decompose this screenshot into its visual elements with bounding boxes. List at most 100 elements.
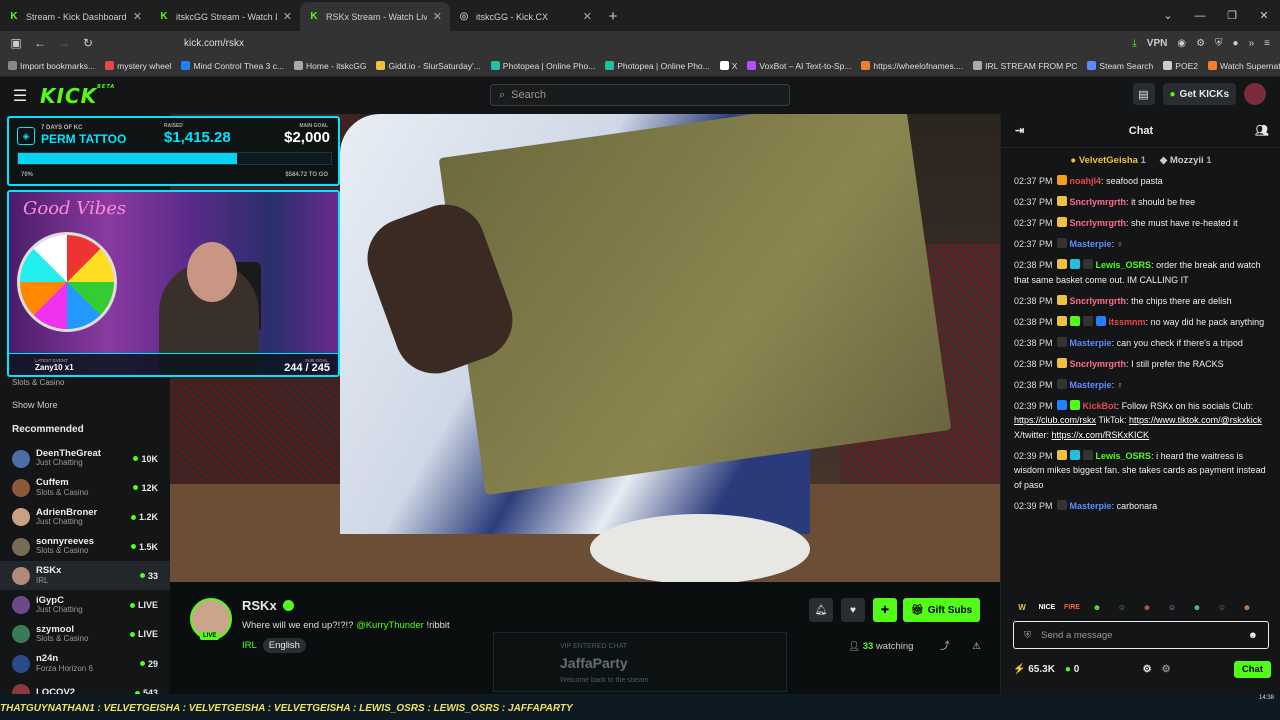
mention-link[interactable]: @KurryThunder [356, 620, 424, 631]
chat-username[interactable]: itssmnm [1109, 317, 1146, 327]
sidebar-channel-item[interactable]: AdrienBroner Just Chatting 1.2K [0, 503, 170, 532]
emote-fire[interactable]: FIRE [1063, 600, 1081, 614]
chat-users-icon[interactable]: 👥︎ [1255, 124, 1269, 137]
sidebar-toggle-icon[interactable]: ▣ [4, 31, 28, 55]
frog2-emote-icon[interactable]: ☻ [1188, 600, 1206, 614]
more-icon[interactable]: » [1249, 38, 1255, 49]
get-kicks-button[interactable]: ● Get KICKs [1162, 83, 1236, 105]
show-more-link[interactable]: Show More [12, 400, 58, 410]
tab-search-icon[interactable]: ⌄ [1152, 0, 1184, 31]
bookmark-item[interactable]: Photopea | Online Pho... [605, 61, 710, 71]
restore-icon[interactable]: ❐ [1216, 0, 1248, 31]
bookmark-item[interactable]: Photopea | Online Pho... [490, 61, 595, 71]
pepe-emote-icon[interactable]: ☻ [1088, 600, 1106, 614]
collapse-chat-icon[interactable]: ⇥ [1015, 124, 1024, 137]
menu-icon[interactable]: ≡ [1264, 38, 1270, 49]
sidebar-channel-item[interactable]: sonnyreeves Slots & Casino 1.5K [0, 532, 170, 561]
follow-heart-icon[interactable]: ♥ [841, 598, 865, 622]
sidebar-channel-item[interactable]: iGypC Just Chatting LIVE [0, 590, 170, 619]
chat-username[interactable]: Lewis_OSRS [1096, 451, 1152, 461]
face-emote-icon[interactable]: ☻ [1138, 600, 1156, 614]
bookmark-item[interactable]: IRL STREAM FROM PC [973, 61, 1077, 71]
gifter-badge[interactable]: ● VelvetGeisha 1 [1070, 155, 1145, 166]
chat-username[interactable]: noahjl4 [1070, 176, 1102, 186]
browser-tab-active[interactable]: K RSKx Stream - Watch Live o ✕ [300, 2, 450, 31]
channel-points[interactable]: ● 0 [1065, 664, 1079, 675]
chat-settings-icon[interactable]: ⚙ [1143, 664, 1152, 675]
close-tab-icon[interactable]: ✕ [283, 10, 292, 23]
url-field[interactable]: kick.com/rskx [184, 38, 1132, 49]
pink-emote-icon[interactable]: ☺ [1163, 600, 1181, 614]
language-tag[interactable]: English [262, 638, 306, 653]
chat-input[interactable]: ⛨ Send a message ☻ [1013, 621, 1269, 649]
emote-icon[interactable]: ☺ [1213, 600, 1231, 614]
forward-icon[interactable]: → [52, 31, 76, 55]
chat-username[interactable]: Lewis_OSRS [1096, 260, 1152, 270]
bookmark-item[interactable]: X [719, 61, 737, 71]
sidebar-channel-item[interactable]: szymool Slots & Casino LIVE [0, 620, 170, 649]
streamer-name[interactable]: RSKx [242, 598, 294, 613]
bookmark-item[interactable]: Steam Search [1087, 61, 1153, 71]
kick-logo[interactable]: KICKBETA [40, 84, 115, 108]
report-icon[interactable]: ⚠ [972, 641, 981, 652]
bookmark-item[interactable]: https://wheelofnames.... [861, 61, 963, 71]
close-tab-icon[interactable]: ✕ [133, 10, 142, 23]
chat-username[interactable]: Masterpie [1070, 380, 1112, 390]
download-icon[interactable]: ⤓ [1132, 38, 1136, 49]
subscribe-icon[interactable]: ✚ [873, 598, 897, 622]
new-tab-button[interactable]: + [600, 2, 626, 31]
chat-username[interactable]: Sncrlymrgrth [1070, 359, 1127, 369]
sidebar-channel-item[interactable]: DeenTheGreat Just Chatting 10K [0, 444, 170, 473]
emote-icon[interactable]: ☻ [1238, 600, 1256, 614]
browse-icon[interactable]: ▤ [1132, 83, 1155, 105]
shield-icon[interactable]: ⛨ [1215, 38, 1223, 49]
extensions-icon[interactable]: ⚙ [1196, 38, 1205, 49]
emoji-icon[interactable]: ☻ [1248, 630, 1258, 641]
emote-w[interactable]: W [1013, 600, 1031, 614]
hamburger-menu-icon[interactable]: ☰ [0, 77, 40, 114]
bookmark-item[interactable]: POE2 [1163, 61, 1198, 71]
notification-bell-icon[interactable]: 🔔︎ [809, 598, 833, 622]
back-icon[interactable]: ← [28, 31, 52, 55]
gift-subs-button[interactable]: 🎁︎ Gift Subs [903, 598, 981, 622]
sidebar-channel-item[interactable]: RSKx IRL 33 [0, 561, 170, 591]
bookmark-item[interactable]: Import bookmarks... [8, 61, 95, 71]
gifter-badge[interactable]: ◆ Mozzyii 1 [1160, 155, 1212, 166]
chat-username[interactable]: Sncrlymrgrth [1070, 197, 1127, 207]
frog-emote-icon[interactable]: ☺ [1113, 600, 1131, 614]
chat-username[interactable]: KickBot [1083, 401, 1117, 411]
chat-username[interactable]: Sncrlymrgrth [1070, 296, 1127, 306]
minimize-icon[interactable]: — [1184, 0, 1216, 31]
sidebar-channel-item[interactable]: n24n Forza Horizon 6 29 [0, 649, 170, 678]
bookmark-item[interactable]: Home - itskcGG [294, 61, 366, 71]
sidebar-channel-item[interactable]: Cuffem Slots & Casino 12K [0, 473, 170, 502]
close-window-icon[interactable]: ✕ [1248, 0, 1280, 31]
bookmark-item[interactable]: Gidd.io - SlurSaturday'... [376, 61, 481, 71]
bookmark-item[interactable]: VoxBot – AI Text-to-Sp... [747, 61, 851, 71]
browser-tab[interactable]: ◎ itskcGG - Kick.CX ✕ [450, 2, 600, 31]
search-input[interactable]: ⌕ Search [490, 84, 790, 106]
user-avatar[interactable] [1244, 83, 1266, 105]
chat-username[interactable]: Masterpie [1070, 338, 1112, 348]
kicks-balance[interactable]: ⚡ 65.3K [1013, 664, 1055, 675]
category-link[interactable]: IRL [242, 640, 257, 651]
vpn-button[interactable]: VPN [1147, 38, 1168, 49]
chat-username[interactable]: Masterpie [1070, 501, 1112, 511]
reload-icon[interactable]: ↻ [76, 31, 100, 55]
send-chat-button[interactable]: Chat [1233, 660, 1271, 678]
emote-nice[interactable]: NICE [1038, 600, 1056, 614]
profile-icon[interactable]: ● [1233, 38, 1239, 49]
chat-username[interactable]: Sncrlymrgrth [1070, 218, 1127, 228]
bookmark-item[interactable]: mystery wheel [105, 61, 171, 71]
close-tab-icon[interactable]: ✕ [433, 10, 442, 23]
bookmark-item[interactable]: Mind Control Thea 3 c... [181, 61, 284, 71]
close-tab-icon[interactable]: ✕ [583, 10, 592, 23]
account-icon[interactable]: ◉ [1177, 38, 1186, 49]
chat-username[interactable]: Masterpie [1070, 239, 1112, 249]
share-icon[interactable]: ⤴ [940, 641, 950, 652]
goal-title: PERM TATTOO [41, 132, 127, 146]
chat-rules-icon[interactable]: ⚙ [1162, 664, 1171, 675]
browser-tab[interactable]: KitskcGG Stream - Watch Live on ✕ [150, 2, 300, 31]
bookmark-item[interactable]: Watch Supernatural - ... [1207, 61, 1280, 71]
browser-tab[interactable]: K Stream - Kick Dashboard ✕ [0, 2, 150, 31]
